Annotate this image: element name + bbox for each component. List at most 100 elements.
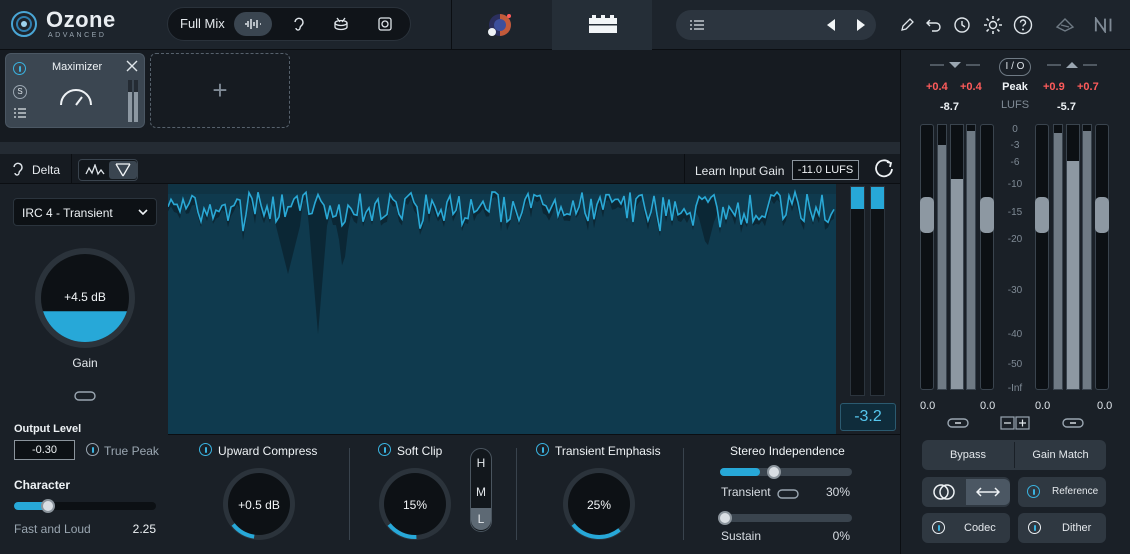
- solo-button[interactable]: S: [13, 85, 27, 99]
- input-gain-r-value[interactable]: 0.0: [980, 400, 995, 412]
- settings-button[interactable]: [982, 14, 1004, 36]
- meter-scale-tick: -30: [1007, 285, 1023, 296]
- add-module-button[interactable]: +: [150, 53, 290, 128]
- undo-button[interactable]: [923, 14, 945, 36]
- waveform-view-button[interactable]: [234, 12, 272, 36]
- reference-button[interactable]: Reference: [1018, 477, 1106, 507]
- drum-button[interactable]: [326, 12, 356, 36]
- invert-link-icon[interactable]: [1000, 416, 1030, 430]
- codec-power-icon[interactable]: [932, 521, 945, 534]
- waveform-display[interactable]: [168, 184, 836, 434]
- input-gain-fader-r[interactable]: [980, 124, 994, 390]
- output-gain-r-value[interactable]: 0.0: [1097, 400, 1112, 412]
- input-meter-l: [937, 124, 947, 390]
- input-gain-l-value[interactable]: 0.0: [920, 400, 935, 412]
- dither-label: Dither: [1062, 522, 1092, 534]
- input-gain-handle-l[interactable]: [920, 197, 934, 233]
- codec-button[interactable]: Codec: [922, 513, 1010, 543]
- true-peak-power-icon[interactable]: [86, 443, 99, 456]
- stereo-link-icon[interactable]: [777, 488, 799, 500]
- ear-button[interactable]: [283, 12, 313, 36]
- meter-scale-tick: -40: [1007, 329, 1023, 340]
- output-level-label: Output Level: [14, 423, 82, 435]
- previous-preset-icon[interactable]: [826, 19, 836, 31]
- preset-bar[interactable]: [676, 10, 876, 40]
- delta-ear-icon[interactable]: [12, 161, 24, 177]
- izotope-button[interactable]: [1054, 14, 1076, 36]
- input-gain-handle-r[interactable]: [980, 197, 994, 233]
- meter-unit-label[interactable]: LUFS: [998, 99, 1032, 111]
- history-button[interactable]: [951, 14, 973, 36]
- input-link-icon[interactable]: [947, 417, 969, 429]
- output-gain-handle-l[interactable]: [1035, 197, 1049, 233]
- output-level-field[interactable]: -0.30: [14, 440, 75, 460]
- ozone-logo-icon: [11, 11, 37, 37]
- output-gain-l-value[interactable]: 0.0: [1035, 400, 1050, 412]
- close-icon[interactable]: [126, 60, 138, 72]
- chain-separator: [0, 142, 900, 154]
- speaker-button[interactable]: [370, 12, 400, 36]
- true-peak-label[interactable]: True Peak: [104, 444, 159, 458]
- codec-label: Codec: [964, 522, 996, 534]
- output-link-icon[interactable]: [1062, 417, 1084, 429]
- link-icon[interactable]: [74, 390, 96, 402]
- output-collapse-icon[interactable]: [1047, 60, 1097, 70]
- meter-scale-tick: -20: [1007, 234, 1023, 245]
- character-slider-thumb[interactable]: [41, 499, 56, 513]
- transfer-mode-icon[interactable]: [115, 163, 131, 177]
- learn-gain-icon[interactable]: [872, 157, 896, 181]
- input-collapse-icon[interactable]: [930, 60, 980, 70]
- module-power-icon[interactable]: [13, 62, 26, 75]
- ni-button[interactable]: [1094, 14, 1116, 36]
- output-gain-fader[interactable]: [1035, 124, 1049, 390]
- transient-stereo-thumb[interactable]: [766, 465, 781, 479]
- module-meter-l: [128, 80, 132, 122]
- gain-match-button[interactable]: Gain Match: [1015, 440, 1106, 470]
- transient-emphasis-value: 25%: [586, 498, 612, 512]
- bypass-button[interactable]: Bypass: [922, 440, 1014, 470]
- ear-icon: [294, 17, 304, 31]
- next-preset-icon[interactable]: [856, 19, 866, 31]
- full-mix-label[interactable]: Full Mix: [180, 16, 225, 31]
- output-gain-handle-r[interactable]: [1095, 197, 1109, 233]
- dither-power-icon[interactable]: [1028, 521, 1041, 534]
- io-toggle-button[interactable]: I / O: [999, 58, 1031, 76]
- drum-icon: [334, 17, 348, 31]
- stereo-independence-title: Stereo Independence: [730, 444, 845, 458]
- module-meter-r: [134, 80, 138, 122]
- help-button[interactable]: [1012, 14, 1034, 36]
- swap-channels-button[interactable]: [966, 479, 1010, 505]
- swap-icon: [976, 487, 1000, 497]
- mono-icon[interactable]: [932, 483, 956, 501]
- meter-scale-tick: -3: [1010, 140, 1020, 151]
- reference-label: Reference: [1052, 486, 1099, 497]
- character-mode-label: Fast and Loud: [14, 522, 91, 536]
- band-low-button[interactable]: L: [471, 508, 491, 530]
- output-gain-fader-r[interactable]: [1095, 124, 1109, 390]
- reference-power-icon[interactable]: [1027, 485, 1040, 498]
- band-mid-button[interactable]: M: [471, 481, 491, 503]
- display-mode-toggle[interactable]: [78, 159, 138, 181]
- sustain-stereo-slider[interactable]: [720, 514, 852, 522]
- history-icon: [954, 17, 970, 33]
- meter-mode-label[interactable]: Peak: [998, 81, 1032, 93]
- master-assistant-button[interactable]: [485, 10, 515, 40]
- output-meter-r2: [1082, 124, 1092, 390]
- band-high-button[interactable]: H: [471, 452, 491, 474]
- input-gain-fader[interactable]: [920, 124, 934, 390]
- module-list-icon[interactable]: [14, 108, 26, 118]
- target-lufs-field[interactable]: -11.0 LUFS: [792, 160, 859, 180]
- meter-scale-tick: -Inf: [1007, 383, 1023, 394]
- module-view-tab[interactable]: [552, 0, 652, 50]
- transient-emphasis-power-icon[interactable]: [536, 443, 549, 456]
- soft-clip-power-icon[interactable]: [378, 443, 391, 456]
- input-loudness: -8.7: [940, 101, 959, 113]
- pencil-button[interactable]: [896, 14, 918, 36]
- waveform-graph: [168, 189, 836, 434]
- waveform-mode-icon[interactable]: [85, 164, 105, 176]
- delta-label[interactable]: Delta: [32, 163, 60, 177]
- sustain-stereo-thumb[interactable]: [718, 511, 732, 525]
- gauge-icon: [60, 89, 92, 106]
- dither-button[interactable]: Dither: [1018, 513, 1106, 543]
- upward-compress-power-icon[interactable]: [199, 443, 212, 456]
